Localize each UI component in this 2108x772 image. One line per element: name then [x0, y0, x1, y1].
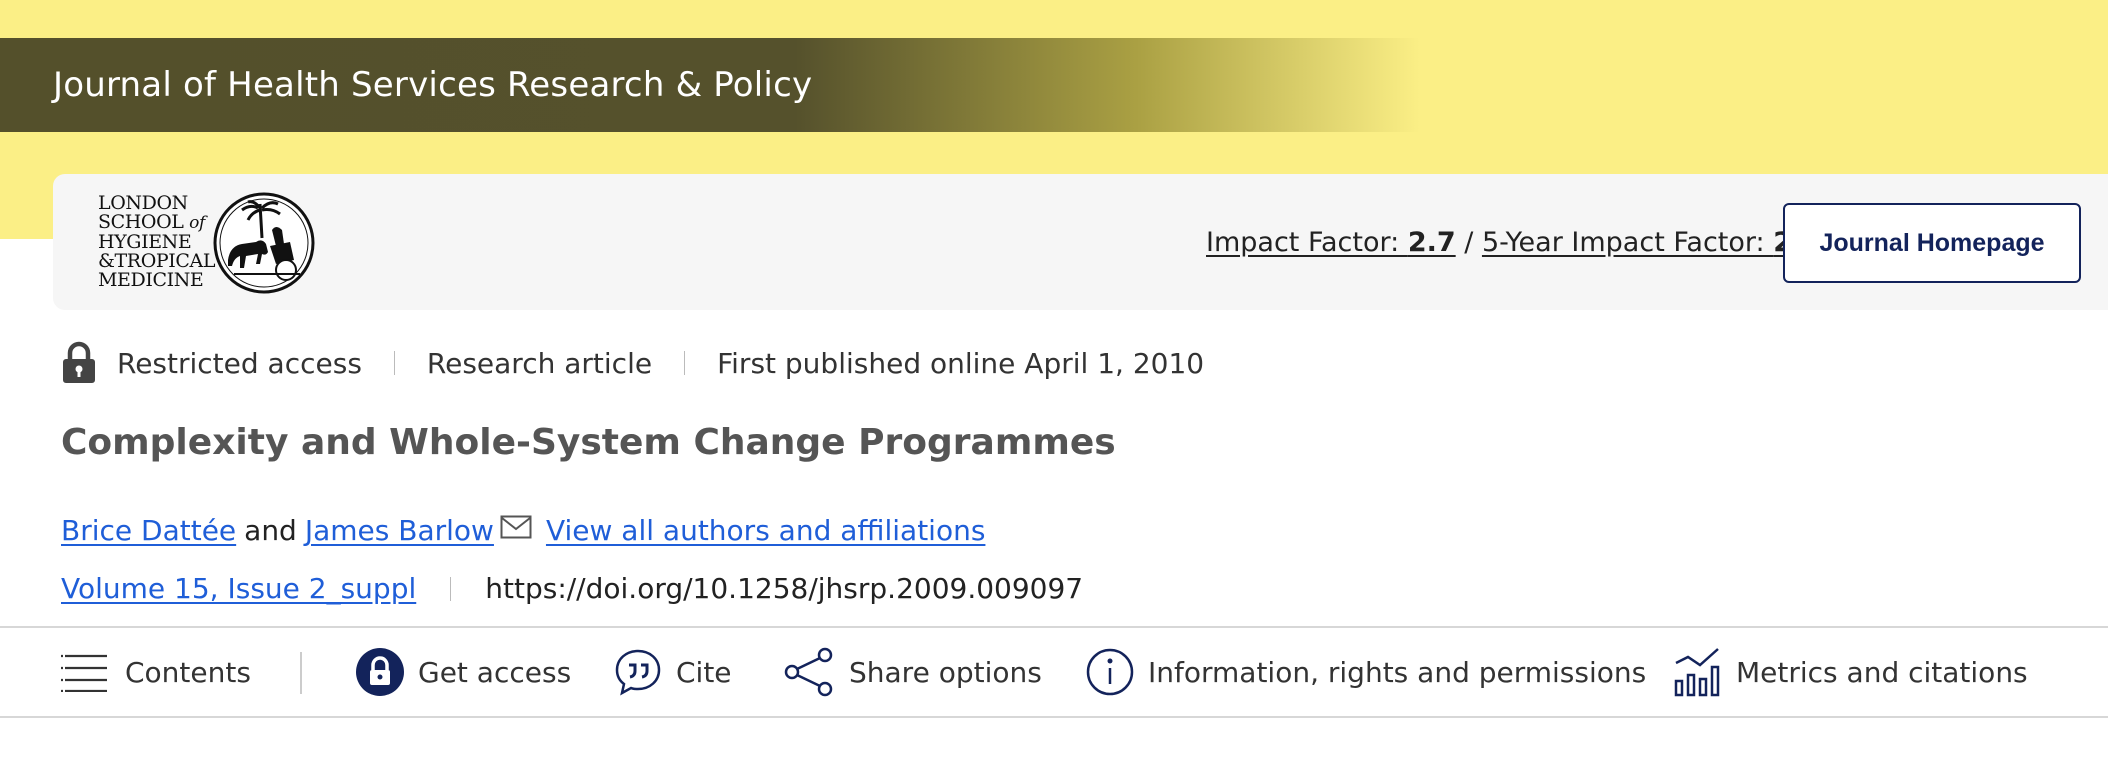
society-logo-wordmark: LONDON SCHOOL of HYGIENE &TROPICAL MEDIC… — [98, 192, 216, 291]
five-year-impact-label: 5-Year Impact Factor: — [1481, 227, 1774, 258]
contents-label: Contents — [125, 655, 251, 689]
citation-row: Volume 15, Issue 2_suppl https://doi.org… — [61, 572, 1083, 605]
author-list: Brice Dattée and James Barlow View all a… — [61, 514, 985, 547]
cite-label: Cite — [676, 655, 732, 689]
journal-title[interactable]: Journal of Health Services Research & Po… — [53, 38, 812, 132]
lock-circle-icon — [356, 648, 404, 696]
author-joiner: and — [244, 514, 297, 547]
article-meta-row: Restricted access Research article First… — [61, 340, 1204, 386]
society-seal-icon — [213, 192, 315, 294]
information-label: Information, rights and permissions — [1148, 655, 1647, 689]
access-status: Restricted access — [117, 346, 362, 380]
society-panel: LONDON SCHOOL of HYGIENE &TROPICAL MEDIC… — [53, 174, 2108, 310]
contents-button[interactable]: Contents — [61, 628, 251, 716]
volume-issue-link[interactable]: Volume 15, Issue 2_suppl — [61, 572, 416, 605]
metrics-button[interactable]: Metrics and citations — [1674, 628, 2028, 716]
view-all-authors-link[interactable]: View all authors and affiliations — [546, 514, 985, 547]
impact-factor-label: Impact Factor: — [1206, 227, 1408, 258]
list-icon — [61, 654, 107, 692]
impact-factor-link[interactable]: Impact Factor: 2.7 / 5-Year Impact Facto… — [1206, 227, 1821, 258]
lock-icon — [63, 341, 95, 383]
toolbar-divider — [300, 652, 302, 694]
meta-divider — [684, 351, 686, 375]
get-access-button[interactable]: Get access — [356, 628, 571, 716]
info-icon — [1086, 648, 1134, 696]
impact-factor-value: 2.7 — [1407, 227, 1456, 258]
author-link-dattee[interactable]: Brice Dattée — [61, 514, 236, 547]
share-options-label: Share options — [849, 655, 1042, 689]
share-icon — [784, 647, 833, 697]
society-logo[interactable]: LONDON SCHOOL of HYGIENE &TROPICAL MEDIC… — [98, 190, 368, 296]
article-title: Complexity and Whole-System Change Progr… — [61, 422, 1116, 463]
doi-text[interactable]: https://doi.org/10.1258/jhsrp.2009.00909… — [485, 572, 1083, 605]
get-access-label: Get access — [418, 655, 572, 689]
author-link-barlow[interactable]: James Barlow — [305, 514, 494, 547]
metrics-label: Metrics and citations — [1736, 655, 2028, 689]
quote-bubble-icon — [615, 649, 661, 696]
information-button[interactable]: Information, rights and permissions — [1086, 628, 1646, 716]
bar-chart-icon — [1674, 648, 1720, 697]
impact-separator: / — [1455, 227, 1482, 258]
article-type: Research article — [426, 346, 653, 380]
meta-divider — [450, 576, 452, 601]
mail-icon[interactable] — [500, 515, 532, 539]
share-options-button[interactable]: Share options — [783, 628, 1042, 716]
publication-date: First published online April 1, 2010 — [717, 346, 1205, 380]
article-toolbar: Contents Get access Cite Share options I… — [0, 626, 2108, 718]
cite-button[interactable]: Cite — [614, 628, 732, 716]
meta-divider — [393, 351, 395, 375]
journal-homepage-button[interactable]: Journal Homepage — [1783, 203, 2081, 283]
